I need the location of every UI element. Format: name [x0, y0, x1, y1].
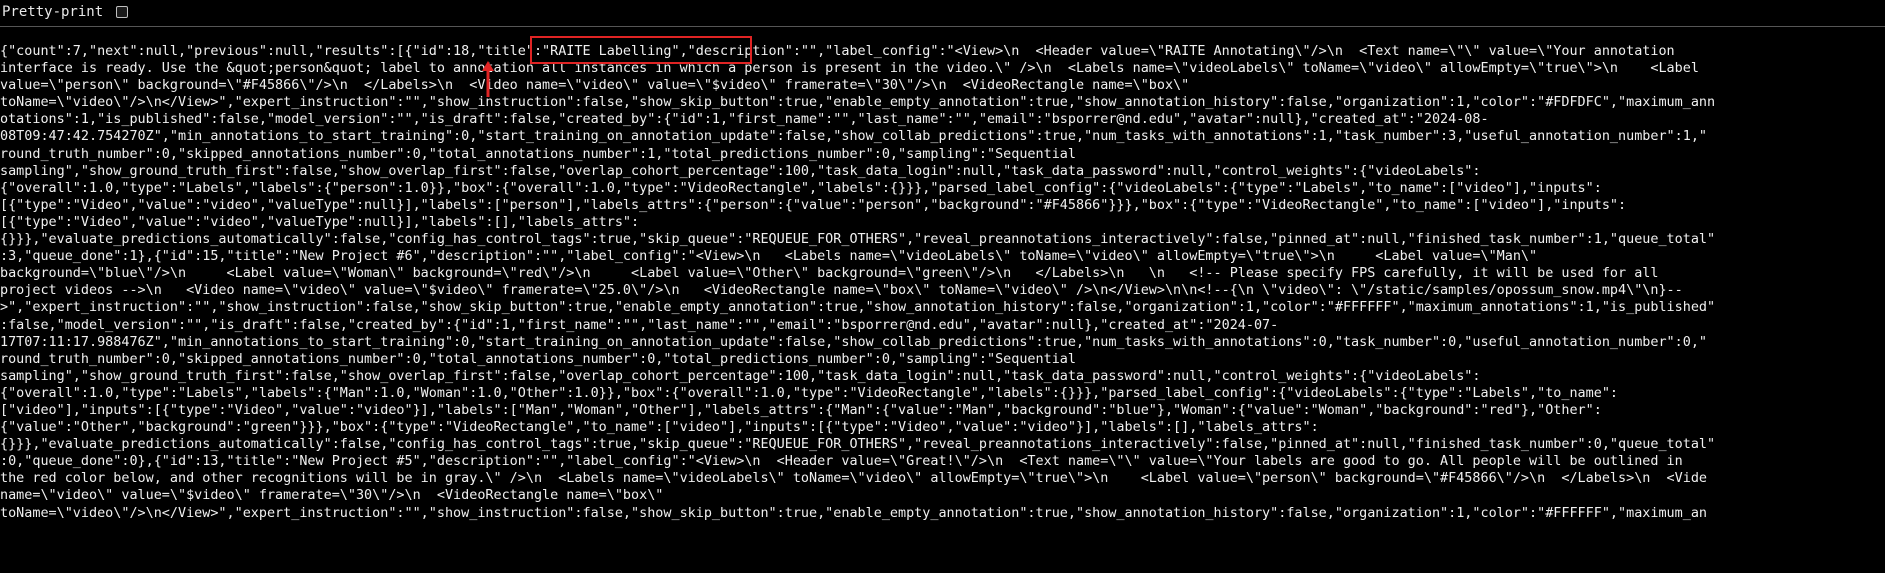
json-text-line: >","expert_instruction":"","show_instruc… [0, 300, 1716, 316]
toolbar-divider [0, 26, 1885, 27]
json-text-line: sampling","show_ground_truth_first":fals… [0, 163, 1481, 179]
json-text-line: sampling","show_ground_truth_first":fals… [0, 368, 1481, 384]
json-text-line: value=\"person\" background=\"#F45866\"/… [0, 78, 1190, 94]
json-text-line: {"overall":1.0,"type":"Labels","labels":… [0, 180, 1602, 196]
json-text-line: name=\"video\" value=\"$video\" framerat… [0, 488, 664, 504]
json-text-line: toName=\"video\"/>\n</View>","expert_ins… [0, 95, 1716, 111]
json-text-line: [{"type":"Video","value":"video","valueT… [0, 197, 1627, 213]
json-text-line: {}}},"evaluate_predictions_automatically… [0, 437, 1716, 453]
json-text-line: {"overall":1.0,"type":"Labels","labels":… [0, 385, 1619, 401]
pretty-print-checkbox[interactable] [116, 6, 128, 18]
json-text-line: round_truth_number":0,"skipped_annotatio… [0, 146, 1076, 162]
json-text-line: [{"type":"Video","value":"video","valueT… [0, 214, 640, 230]
json-text-line: :0,"queue_done":0},{"id":13,"title":"New… [0, 454, 1683, 470]
json-text-line: :false,"model_version":"","is_draft":fal… [0, 317, 1279, 333]
json-text-line: background=\"blue\"/>\n <Label value=\"W… [0, 266, 1659, 282]
json-text-line: 17T07:11:17.988476Z","min_annotations_to… [0, 334, 1708, 350]
json-text-line: 08T09:47:42.754270Z","min_annotations_to… [0, 129, 1708, 145]
json-text-line: {"count":7,"next":null,"previous":null,"… [0, 44, 1675, 59]
json-text-line: project videos -->\n <Video name=\"video… [0, 283, 1683, 299]
json-response-body: {"count":7,"next":null,"previous":null,"… [0, 43, 1885, 573]
json-text-line: interface is ready. Use the &quot;person… [0, 61, 1699, 77]
json-text-line: {}}},"evaluate_predictions_automatically… [0, 232, 1716, 248]
json-text-line: round_truth_number":0,"skipped_annotatio… [0, 351, 1076, 367]
json-text-line: :3,"queue_done":1},{"id":15,"title":"New… [0, 249, 1538, 265]
json-text-line: otations":1,"is_published":false,"model_… [0, 112, 1489, 128]
pretty-print-label: Pretty-print [2, 4, 104, 20]
toolbar: Pretty-print [0, 0, 1885, 26]
json-text-line: the red color below, and other recogniti… [0, 471, 1708, 487]
json-text-line: toName=\"video\"/>\n</View>","expert_ins… [0, 505, 1708, 521]
json-text-line: ["video"],"inputs":[{"type":"Video","val… [0, 402, 1602, 418]
json-text-line: {"value":"Other","background":"green"}}}… [0, 420, 1319, 436]
